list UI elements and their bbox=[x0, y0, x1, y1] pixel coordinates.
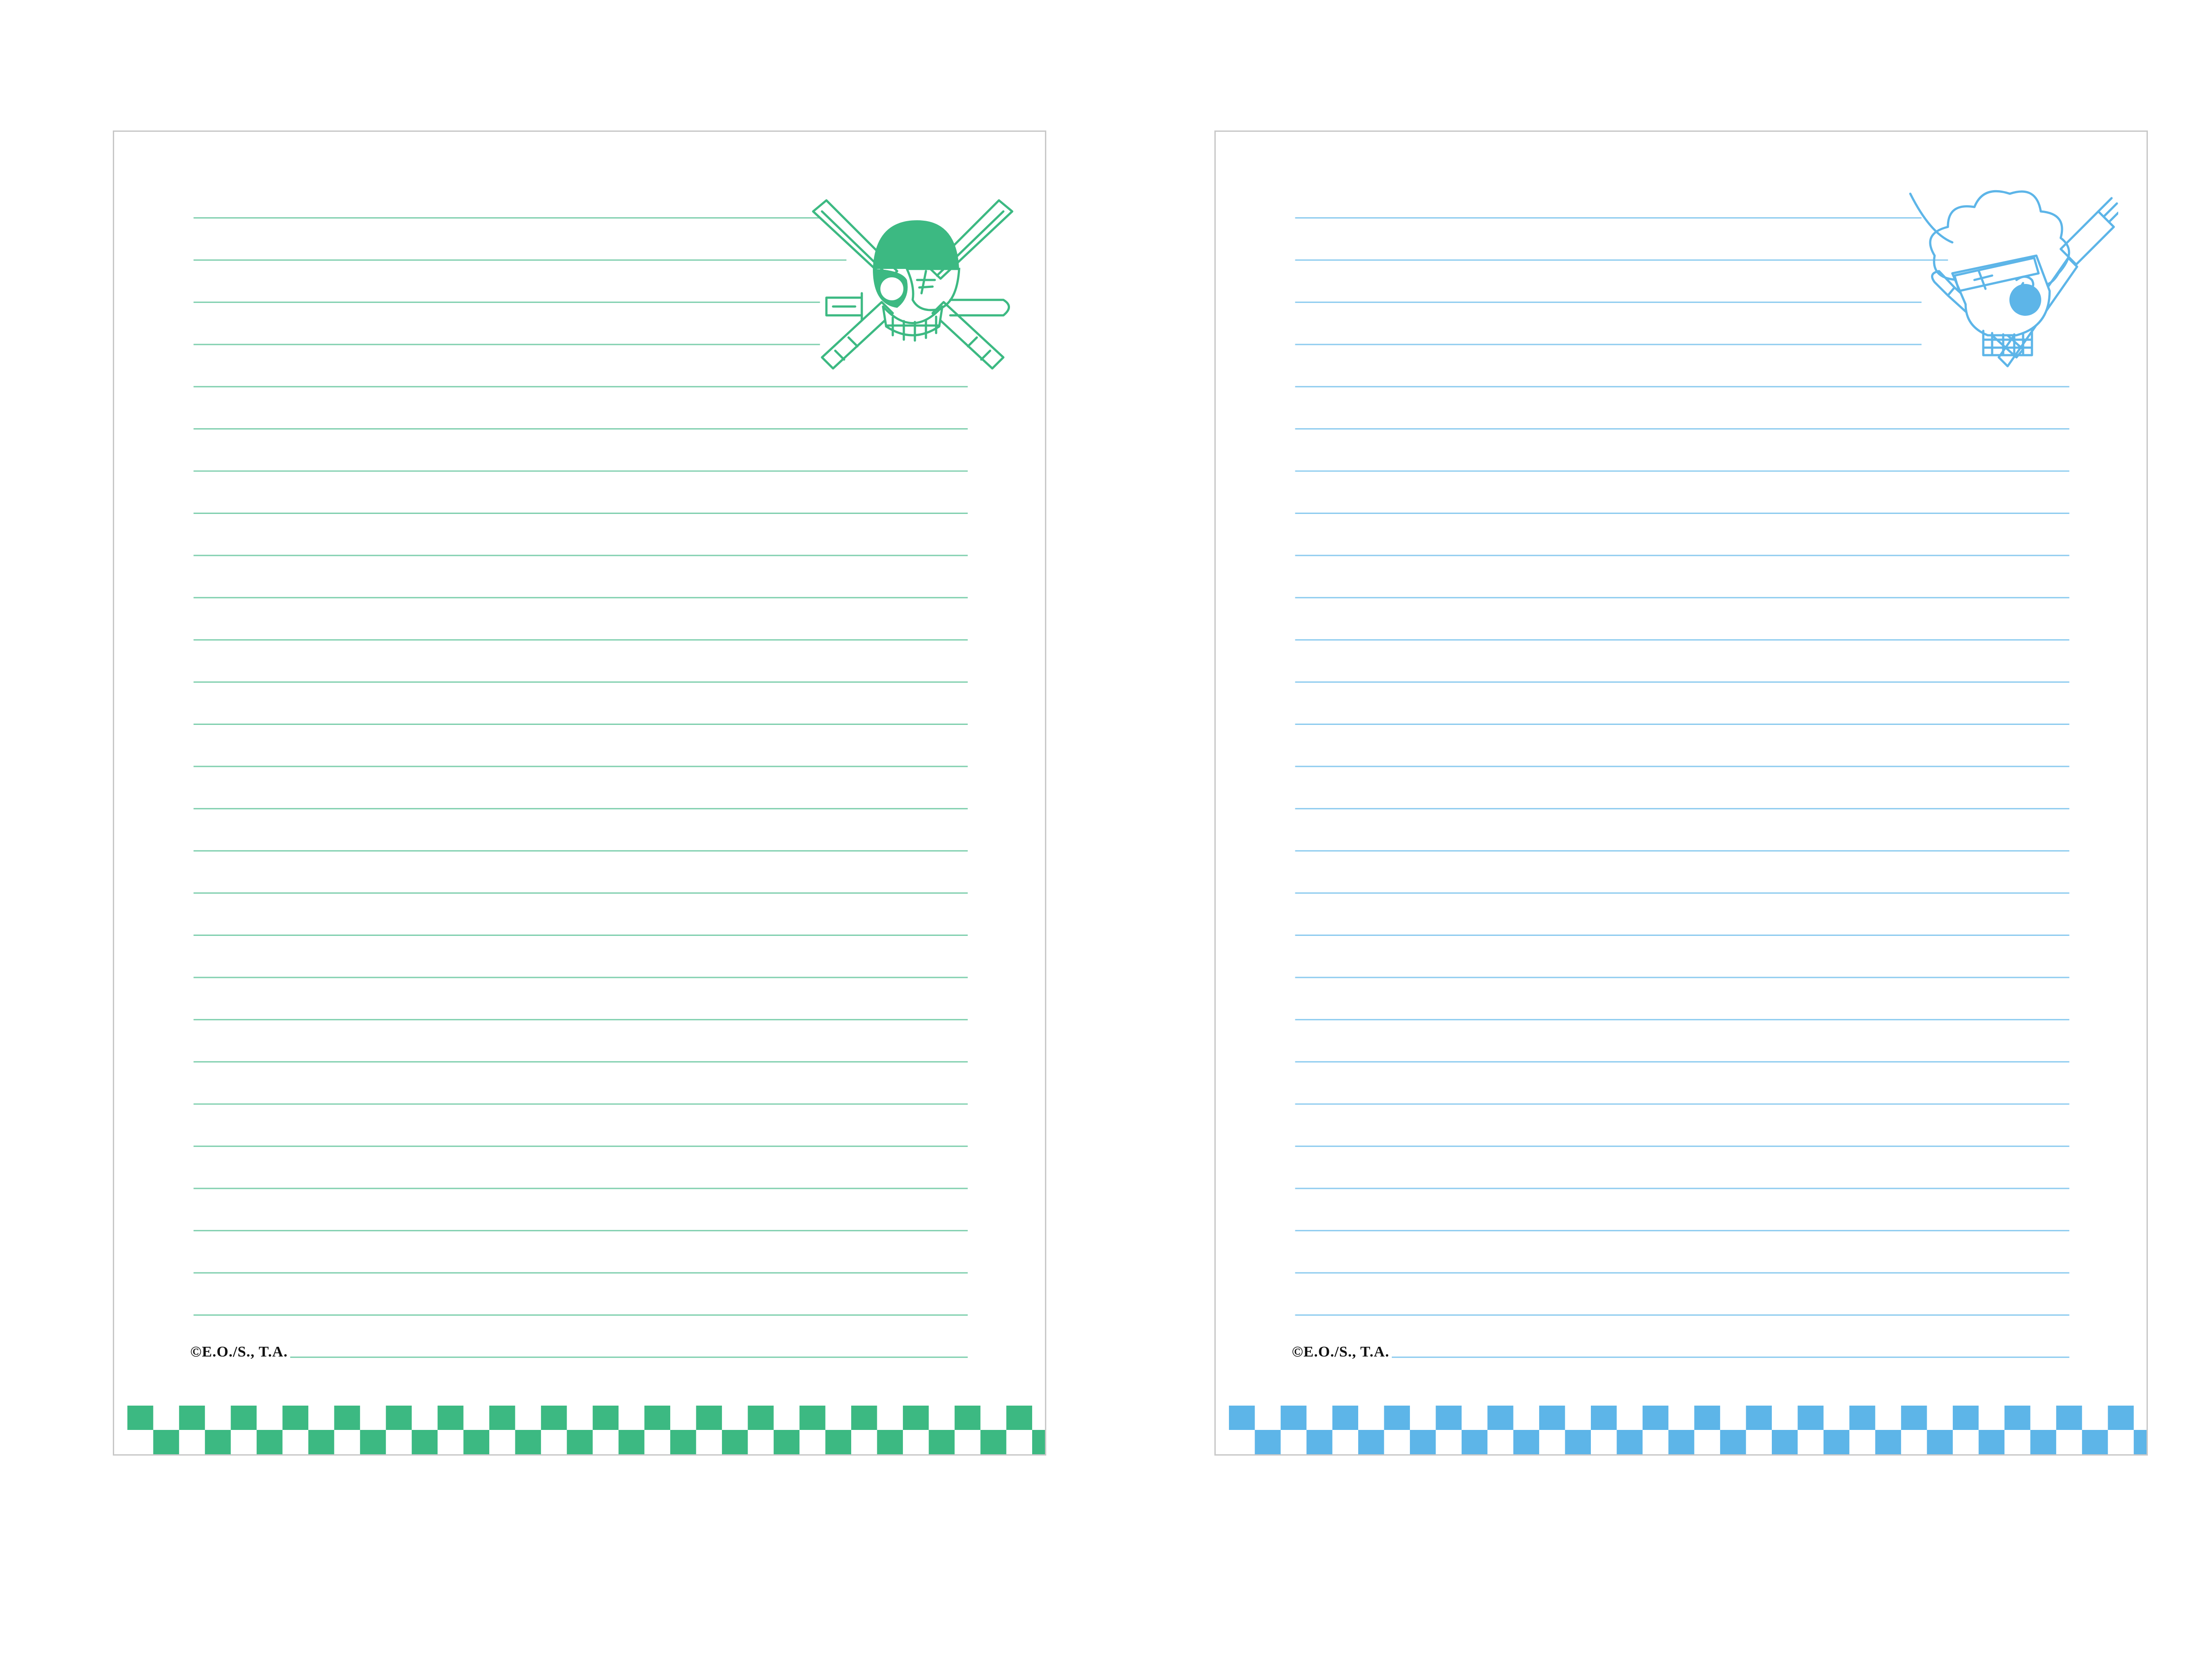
checker-square bbox=[929, 1430, 955, 1454]
checker-square bbox=[618, 1430, 645, 1454]
checker-square bbox=[696, 1406, 722, 1430]
checker-square bbox=[1590, 1406, 1617, 1430]
checker-square bbox=[2108, 1406, 2134, 1430]
checker-square bbox=[877, 1430, 903, 1454]
checker-square bbox=[153, 1430, 179, 1454]
checker-square bbox=[1978, 1430, 2005, 1454]
checker-square bbox=[1306, 1430, 1333, 1454]
letter-sheet-left: ©E.O./S., T.A. bbox=[113, 130, 1046, 1456]
checker-square bbox=[1927, 1430, 1953, 1454]
checker-square bbox=[1746, 1406, 1772, 1430]
checker-square bbox=[902, 1406, 929, 1430]
checker-square bbox=[1720, 1430, 1746, 1454]
checker-square bbox=[1953, 1406, 1979, 1430]
checker-square bbox=[1668, 1430, 1694, 1454]
checker-square bbox=[1617, 1430, 1643, 1454]
checker-square bbox=[1875, 1430, 1901, 1454]
letter-sheet-right: ©E.O./S., T.A. bbox=[1214, 130, 2148, 1456]
cook-skull-jolly-roger-icon bbox=[1909, 190, 2118, 368]
checker-square bbox=[2134, 1430, 2147, 1454]
checker-square bbox=[1280, 1406, 1307, 1430]
checker-square bbox=[515, 1430, 541, 1454]
checker-square bbox=[334, 1406, 360, 1430]
checker-square bbox=[592, 1406, 619, 1430]
checker-square bbox=[1797, 1406, 1824, 1430]
checker-square bbox=[2030, 1430, 2056, 1454]
checker-square bbox=[1436, 1406, 1462, 1430]
checker-square bbox=[463, 1430, 489, 1454]
checker-square bbox=[1461, 1430, 1488, 1454]
checker-square bbox=[1229, 1406, 1255, 1430]
checker-square bbox=[1642, 1406, 1669, 1430]
checker-square bbox=[1513, 1430, 1540, 1454]
checker-square bbox=[773, 1430, 800, 1454]
copyright-notice: ©E.O./S., T.A. bbox=[190, 1344, 291, 1360]
checker-square bbox=[722, 1430, 748, 1454]
checker-square bbox=[1823, 1430, 1850, 1454]
checker-square bbox=[282, 1406, 308, 1430]
checker-square bbox=[1255, 1430, 1281, 1454]
checker-square bbox=[799, 1406, 826, 1430]
checker-square bbox=[1772, 1430, 1798, 1454]
checker-square bbox=[1409, 1430, 1436, 1454]
checker-square bbox=[1694, 1406, 1720, 1430]
checker-square bbox=[127, 1406, 154, 1430]
checker-square bbox=[644, 1406, 671, 1430]
checker-square bbox=[308, 1430, 334, 1454]
checker-border bbox=[127, 1406, 1045, 1454]
checker-square bbox=[438, 1406, 464, 1430]
checker-square bbox=[1901, 1406, 1927, 1430]
checker-square bbox=[748, 1406, 774, 1430]
checker-square bbox=[567, 1430, 593, 1454]
checker-square bbox=[205, 1430, 231, 1454]
checker-square bbox=[2004, 1406, 2031, 1430]
copyright-notice: ©E.O./S., T.A. bbox=[1292, 1344, 1392, 1360]
checker-square bbox=[1332, 1406, 1359, 1430]
checker-square bbox=[2082, 1430, 2108, 1454]
checker-square bbox=[179, 1406, 205, 1430]
checker-square bbox=[1358, 1430, 1384, 1454]
checker-square bbox=[2056, 1406, 2082, 1430]
checker-square bbox=[541, 1406, 567, 1430]
checker-square bbox=[360, 1430, 386, 1454]
checker-square bbox=[825, 1430, 852, 1454]
checker-square bbox=[230, 1406, 257, 1430]
swordsman-skull-jolly-roger-icon bbox=[812, 199, 1014, 370]
checker-square bbox=[954, 1406, 981, 1430]
checker-square bbox=[1565, 1430, 1591, 1454]
checker-square bbox=[851, 1406, 877, 1430]
checker-square bbox=[257, 1430, 283, 1454]
checker-square bbox=[1384, 1406, 1410, 1430]
checker-square bbox=[980, 1430, 1006, 1454]
checker-square bbox=[670, 1430, 696, 1454]
checker-square bbox=[1487, 1406, 1513, 1430]
checker-square bbox=[489, 1406, 515, 1430]
checker-square bbox=[1006, 1406, 1033, 1430]
checker-square bbox=[1032, 1430, 1045, 1454]
checker-border bbox=[1229, 1406, 2147, 1454]
checker-square bbox=[1849, 1406, 1875, 1430]
checker-square bbox=[386, 1406, 412, 1430]
checker-square bbox=[411, 1430, 438, 1454]
checker-square bbox=[1539, 1406, 1565, 1430]
